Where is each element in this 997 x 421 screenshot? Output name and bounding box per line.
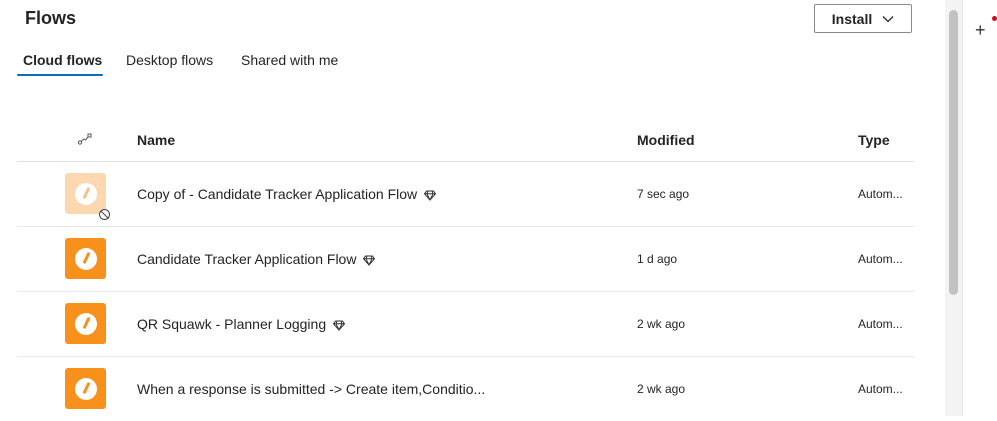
flow-name[interactable]: When a response is submitted -> Create i… [137, 381, 485, 397]
disabled-icon [99, 209, 110, 220]
tab-cloud-flows[interactable]: Cloud flows [23, 52, 102, 68]
flow-name-link[interactable]: QR Squawk - Planner Logging [137, 316, 346, 332]
plus-icon[interactable]: + [975, 21, 986, 39]
column-header-name[interactable]: Name [137, 132, 175, 148]
type-cell: Autom... [858, 252, 903, 266]
tab-shared-with-me[interactable]: Shared with me [241, 52, 338, 68]
flow-icon [65, 303, 106, 344]
flow-name-link[interactable]: Candidate Tracker Application Flow [137, 251, 376, 267]
chevron-down-icon [882, 15, 894, 22]
active-tab-indicator [17, 74, 103, 76]
premium-diamond-icon [363, 255, 376, 266]
column-header-type[interactable]: Type [858, 132, 890, 148]
table-row[interactable]: QR Squawk - Planner Logging 2 wk ago Aut… [17, 292, 914, 357]
table-row[interactable]: When a response is submitted -> Create i… [17, 357, 914, 421]
side-panel [962, 0, 997, 416]
flow-icon [65, 238, 106, 279]
flow-icon [65, 368, 106, 409]
page-title: Flows [25, 8, 77, 28]
install-button-label: Install [831, 10, 873, 27]
notification-dot-icon [992, 16, 997, 21]
flow-name: Copy of - Candidate Tracker Application … [137, 186, 418, 202]
flows-table: Name Modified Type Copy of - Candidate T… [17, 118, 914, 421]
modified-cell: 2 wk ago [637, 382, 686, 396]
flow-name-link[interactable]: Copy of - Candidate Tracker Application … [137, 186, 437, 202]
premium-diamond-icon [424, 190, 437, 201]
modified-cell: 1 d ago [637, 252, 678, 266]
type-cell: Autom... [858, 187, 903, 201]
scrollbar-thumb[interactable] [949, 10, 958, 295]
flow-type-icon[interactable] [77, 132, 93, 146]
table-row[interactable]: Copy of - Candidate Tracker Application … [17, 162, 914, 227]
flow-name: Candidate Tracker Application Flow [137, 251, 357, 267]
flow-icon [65, 173, 106, 214]
tab-desktop-flows[interactable]: Desktop flows [126, 52, 213, 68]
table-row[interactable]: Candidate Tracker Application Flow 1 d a… [17, 227, 914, 292]
premium-diamond-icon [333, 320, 346, 331]
modified-cell: 2 wk ago [637, 317, 686, 331]
type-cell: Autom... [858, 382, 903, 396]
table-header: Name Modified Type [17, 118, 914, 162]
modified-cell: 7 sec ago [637, 187, 690, 201]
main-content: Flows Install Cloud flows Desktop flows … [0, 0, 945, 416]
column-header-modified[interactable]: Modified [637, 132, 695, 148]
type-cell: Autom... [858, 317, 903, 331]
flow-name: QR Squawk - Planner Logging [137, 316, 327, 332]
install-button[interactable]: Install [814, 4, 912, 33]
